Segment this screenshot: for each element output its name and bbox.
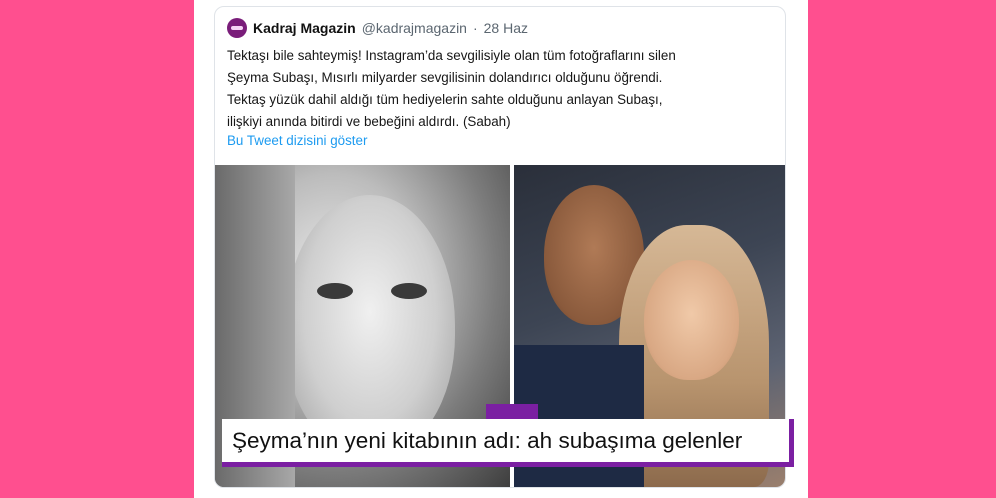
tweet-date[interactable]: 28 Haz: [484, 20, 528, 36]
tweet-text-line: Tektaş yüzük dahil aldığı tüm hediyeleri…: [227, 92, 663, 107]
tweet-text-line: Şeyma Subaşı, Mısırlı milyarder sevgilis…: [227, 70, 663, 85]
tweet-header: Kadraj Magazin @kadrajmagazin · 28 Haz: [227, 17, 528, 39]
caption-accent: [486, 404, 538, 419]
face-shape: [644, 260, 739, 380]
caption-overlay: Şeyma’nın yeni kitabının adı: ah subaşım…: [222, 419, 794, 467]
tweet-text-line: Tektaşı bile sahteymiş! Instagram’da sev…: [227, 48, 676, 63]
show-thread-link[interactable]: Bu Tweet dizisini göster: [227, 133, 367, 148]
tweet-text-line: ilişkiyi anında bitirdi ve bebeğini aldı…: [227, 114, 511, 129]
tweet-text: Tektaşı bile sahteymiş! Instagram’da sev…: [227, 45, 775, 133]
author-handle[interactable]: @kadrajmagazin: [362, 20, 467, 36]
separator: ·: [472, 20, 478, 36]
author-name[interactable]: Kadraj Magazin: [253, 20, 356, 36]
eye-right: [391, 283, 427, 299]
face-shape: [285, 195, 455, 455]
avatar[interactable]: [227, 18, 247, 38]
eye-left: [317, 283, 353, 299]
caption-text: Şeyma’nın yeni kitabının adı: ah subaşım…: [232, 427, 743, 453]
